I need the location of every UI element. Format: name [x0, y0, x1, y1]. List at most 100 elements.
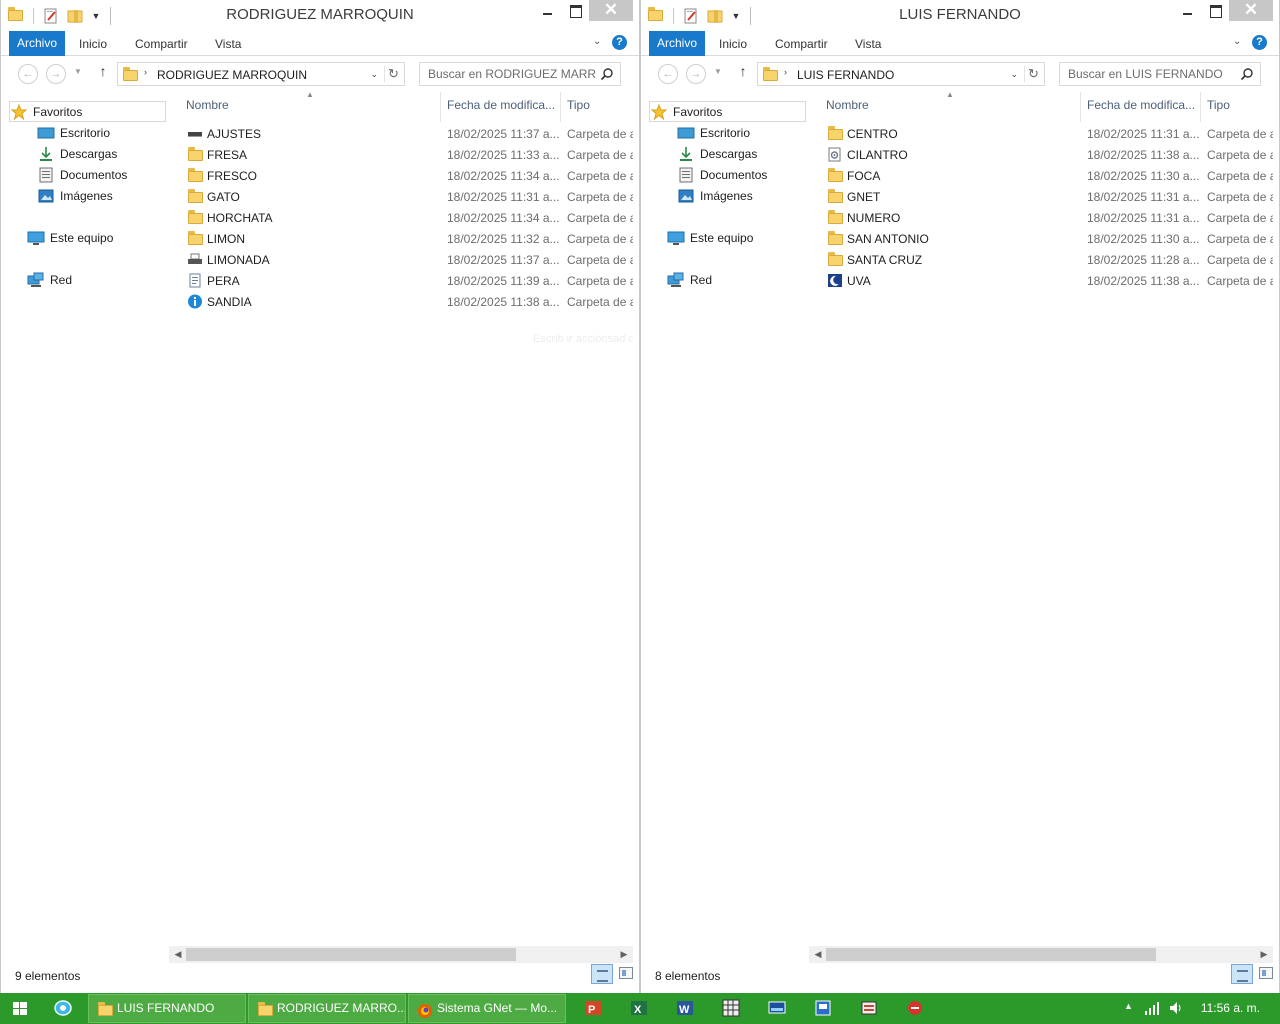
new-folder-icon[interactable]: [706, 7, 724, 25]
tab-vista[interactable]: Vista: [855, 37, 881, 51]
file-row[interactable]: LIMONADA 18/02/2025 11:37 a... Carpeta d…: [173, 249, 633, 270]
column-header-fecha[interactable]: Fecha de modifica...: [447, 98, 555, 112]
address-history-chevron-icon[interactable]: ⌄: [1010, 69, 1018, 80]
nav-item-favoritos[interactable]: Favoritos: [649, 101, 806, 122]
tab-archivo[interactable]: Archivo: [649, 31, 705, 56]
nav-item-este-equipo[interactable]: Este equipo: [649, 227, 806, 248]
file-row[interactable]: NUMERO 18/02/2025 11:31 a... Carpeta de …: [813, 207, 1273, 228]
up-arrow-icon[interactable]: ↑: [95, 63, 111, 83]
folder-icon[interactable]: [7, 7, 25, 25]
search-box[interactable]: [1059, 62, 1261, 86]
nav-item-escritorio[interactable]: Escritorio: [9, 122, 166, 143]
shield-app-icon[interactable]: [906, 999, 924, 1017]
word-icon[interactable]: W: [676, 999, 694, 1017]
nav-item-red[interactable]: Red: [649, 269, 806, 290]
nav-item-favoritos[interactable]: Favoritos: [9, 101, 166, 122]
nav-item-escritorio[interactable]: Escritorio: [649, 122, 806, 143]
file-row[interactable]: LIMON 18/02/2025 11:32 a... Carpeta de a: [173, 228, 633, 249]
nav-item-imagenes[interactable]: Imágenes: [9, 185, 166, 206]
nav-item-red[interactable]: Red: [9, 269, 166, 290]
close-button[interactable]: ✕: [1229, 0, 1273, 21]
column-header-nombre[interactable]: Nombre: [186, 98, 229, 112]
recent-locations-chevron-icon[interactable]: ▼: [74, 67, 82, 76]
back-button[interactable]: ←: [18, 64, 38, 84]
column-divider[interactable]: [440, 92, 441, 122]
nav-item-documentos[interactable]: Documentos: [649, 164, 806, 185]
details-view-icon[interactable]: [591, 964, 613, 984]
horizontal-scrollbar[interactable]: ◀ ▶: [809, 946, 1273, 963]
recent-locations-chevron-icon[interactable]: ▼: [714, 67, 722, 76]
file-row[interactable]: SANDIA 18/02/2025 11:38 a... Carpeta de …: [173, 291, 633, 312]
address-path[interactable]: RODRIGUEZ MARROQUIN: [157, 68, 307, 82]
show-hidden-icons-chevron-icon[interactable]: ▲: [1124, 1001, 1133, 1011]
tab-inicio[interactable]: Inicio: [719, 37, 747, 51]
nav-item-imagenes[interactable]: Imágenes: [649, 185, 806, 206]
file-row[interactable]: UVA 18/02/2025 11:38 a... Carpeta de a: [813, 270, 1273, 291]
taskbar-button-firefox[interactable]: Sistema GNet — Mo...: [408, 994, 566, 1023]
clock[interactable]: 11:56 a. m.: [1201, 1001, 1260, 1015]
file-row[interactable]: PERA 18/02/2025 11:39 a... Carpeta de a: [173, 270, 633, 291]
column-header-tipo[interactable]: Tipo: [567, 98, 590, 112]
up-arrow-icon[interactable]: ↑: [735, 63, 751, 83]
folder-icon[interactable]: [647, 7, 665, 25]
new-folder-icon[interactable]: [66, 7, 84, 25]
column-divider[interactable]: [1200, 92, 1201, 122]
tab-inicio[interactable]: Inicio: [79, 37, 107, 51]
calculator-grid-icon[interactable]: [722, 999, 740, 1017]
search-icon[interactable]: [1240, 67, 1254, 81]
properties-icon[interactable]: [682, 7, 700, 25]
file-row[interactable]: SAN ANTONIO 18/02/2025 11:30 a... Carpet…: [813, 228, 1273, 249]
help-icon[interactable]: ?: [1252, 35, 1267, 50]
powerpoint-icon[interactable]: P: [584, 999, 602, 1017]
monitor-app-icon[interactable]: [768, 999, 786, 1017]
pinned-app-chat[interactable]: [42, 993, 86, 1024]
tab-vista[interactable]: Vista: [215, 37, 241, 51]
nav-item-descargas[interactable]: Descargas: [9, 143, 166, 164]
start-button[interactable]: [0, 993, 40, 1024]
file-row[interactable]: GNET 18/02/2025 11:31 a... Carpeta de a: [813, 186, 1273, 207]
column-divider[interactable]: [560, 92, 561, 122]
excel-icon[interactable]: X: [630, 999, 648, 1017]
network-app-icon[interactable]: [860, 999, 878, 1017]
file-row[interactable]: CENTRO 18/02/2025 11:31 a... Carpeta de …: [813, 123, 1273, 144]
address-path[interactable]: LUIS FERNANDO: [797, 68, 894, 82]
minimize-button[interactable]: [535, 0, 559, 22]
file-row[interactable]: FRESA 18/02/2025 11:33 a... Carpeta de a: [173, 144, 633, 165]
address-bar[interactable]: › LUIS FERNANDO ⌄ ↻: [757, 62, 1045, 86]
forward-button[interactable]: →: [686, 64, 706, 84]
file-row[interactable]: FRESCO 18/02/2025 11:34 a... Carpeta de …: [173, 165, 633, 186]
help-icon[interactable]: ?: [612, 35, 627, 50]
refresh-icon[interactable]: ↻: [384, 66, 400, 82]
back-button[interactable]: ←: [658, 64, 678, 84]
refresh-icon[interactable]: ↻: [1024, 66, 1040, 82]
file-row[interactable]: CILANTRO 18/02/2025 11:38 a... Carpeta d…: [813, 144, 1273, 165]
search-icon[interactable]: [600, 67, 614, 81]
ribbon-expand-chevron-icon[interactable]: ⌄: [1233, 36, 1245, 48]
file-row[interactable]: SANTA CRUZ 18/02/2025 11:28 a... Carpeta…: [813, 249, 1273, 270]
scrollbar-thumb[interactable]: [826, 948, 1156, 961]
horizontal-scrollbar[interactable]: ◀ ▶: [169, 946, 633, 963]
maximize-button[interactable]: [563, 0, 587, 22]
search-box[interactable]: [419, 62, 621, 86]
ribbon-expand-chevron-icon[interactable]: ⌄: [593, 36, 605, 48]
maximize-button[interactable]: [1203, 0, 1227, 22]
scroll-left-arrow-icon[interactable]: ◀: [171, 948, 185, 961]
signal-strength-icon[interactable]: [1144, 1000, 1160, 1019]
nav-item-documentos[interactable]: Documentos: [9, 164, 166, 185]
tab-archivo[interactable]: Archivo: [9, 31, 65, 56]
large-icons-view-icon[interactable]: [1259, 967, 1273, 979]
details-view-icon[interactable]: [1231, 964, 1253, 984]
address-bar[interactable]: › RODRIGUEZ MARROQUIN ⌄ ↻: [117, 62, 405, 86]
scroll-left-arrow-icon[interactable]: ◀: [811, 948, 825, 961]
column-header-nombre[interactable]: Nombre: [826, 98, 869, 112]
volume-icon[interactable]: [1168, 1000, 1184, 1019]
minimize-button[interactable]: [1175, 0, 1199, 22]
column-divider[interactable]: [1080, 92, 1081, 122]
address-history-chevron-icon[interactable]: ⌄: [370, 69, 378, 80]
file-row[interactable]: FOCA 18/02/2025 11:30 a... Carpeta de a: [813, 165, 1273, 186]
large-icons-view-icon[interactable]: [619, 967, 633, 979]
nav-item-descargas[interactable]: Descargas: [649, 143, 806, 164]
file-row[interactable]: GATO 18/02/2025 11:31 a... Carpeta de a: [173, 186, 633, 207]
scroll-right-arrow-icon[interactable]: ▶: [617, 948, 631, 961]
scrollbar-thumb[interactable]: [186, 948, 516, 961]
